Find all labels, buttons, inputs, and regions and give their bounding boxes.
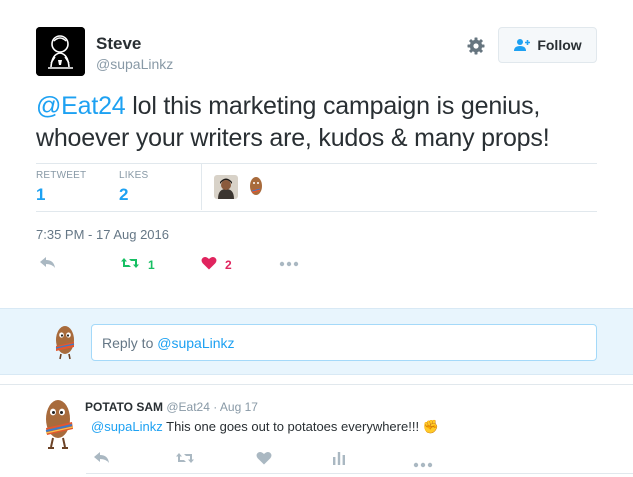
divider	[36, 211, 597, 212]
retweet-count: 1	[148, 257, 155, 272]
author-avatar[interactable]	[36, 27, 85, 76]
reply-author-name[interactable]: POTATO SAM	[85, 400, 163, 414]
likes-stat-count: 2	[119, 185, 129, 204]
reply-text: @supaLinkz This one goes out to potatoes…	[91, 419, 439, 435]
divider	[86, 473, 633, 474]
gear-icon[interactable]	[466, 36, 486, 56]
like-button[interactable]: 2	[201, 256, 232, 273]
follow-button[interactable]: Follow	[498, 27, 597, 63]
reply-reply-button[interactable]	[93, 451, 111, 470]
tweet-text: @Eat24 lol this marketing campaign is ge…	[36, 90, 606, 154]
author-handle[interactable]: @supaLinkz	[96, 56, 173, 72]
retweet-stat-label: RETWEET	[36, 170, 87, 181]
more-icon	[413, 455, 433, 472]
reply-more-button[interactable]	[413, 455, 433, 473]
retweet-stat-count: 1	[36, 185, 46, 204]
reply-analytics-button[interactable]	[332, 451, 346, 470]
heart-icon	[201, 256, 217, 273]
reply-like-button[interactable]	[256, 451, 272, 470]
retweet-stat[interactable]: RETWEET 1	[36, 170, 86, 205]
tweet-timestamp[interactable]: 7:35 PM - 17 Aug 2016	[36, 227, 169, 242]
reply-mention: @supaLinkz	[157, 335, 235, 351]
more-icon	[279, 256, 299, 270]
stats-divider	[201, 164, 202, 210]
likes-stat[interactable]: LIKES 2	[119, 170, 148, 205]
liker-potato-avatar[interactable]	[244, 175, 268, 199]
divider	[36, 163, 597, 164]
reply-icon	[39, 256, 57, 273]
like-count: 2	[225, 257, 232, 272]
reply-button[interactable]	[39, 256, 57, 273]
likers-avatars	[214, 175, 268, 199]
current-user-avatar	[49, 323, 81, 361]
author-name[interactable]: Steve	[96, 34, 141, 54]
reply-input[interactable]: Reply to @supaLinkz	[91, 324, 597, 361]
retweet-icon	[120, 256, 140, 273]
reply-author-avatar[interactable]	[38, 395, 82, 453]
reply-header: POTATO SAM @Eat24 · Aug 17	[85, 400, 258, 414]
reply-composer: Reply to @supaLinkz	[0, 308, 633, 375]
tweet-detail: Steve @supaLinkz Follow @Eat24 lol this …	[0, 0, 633, 307]
reply-text-body: This one goes out to potatoes everywhere…	[162, 419, 439, 434]
tweet-mention-link[interactable]: @Eat24	[36, 92, 126, 120]
liker-avatar[interactable]	[214, 175, 238, 199]
reply-text-mention[interactable]: @supaLinkz	[91, 419, 163, 434]
reply-retweet-button[interactable]	[175, 451, 195, 470]
reply-tweet[interactable]: POTATO SAM @Eat24 · Aug 17 @supaLinkz Th…	[0, 384, 633, 477]
heart-icon	[256, 452, 272, 469]
analytics-icon	[332, 452, 346, 469]
likes-stat-label: LIKES	[119, 170, 149, 181]
reply-icon	[93, 452, 111, 469]
retweet-button[interactable]: 1	[120, 256, 155, 273]
retweet-icon	[175, 452, 195, 469]
more-button[interactable]	[279, 256, 299, 270]
reply-actions	[91, 451, 611, 469]
tweet-stats: RETWEET 1 LIKES 2	[36, 164, 597, 210]
reply-prefix: Reply to	[102, 335, 158, 351]
follow-label: Follow	[537, 37, 582, 53]
reply-meta[interactable]: @Eat24 · Aug 17	[166, 400, 258, 414]
add-user-icon	[513, 38, 531, 52]
